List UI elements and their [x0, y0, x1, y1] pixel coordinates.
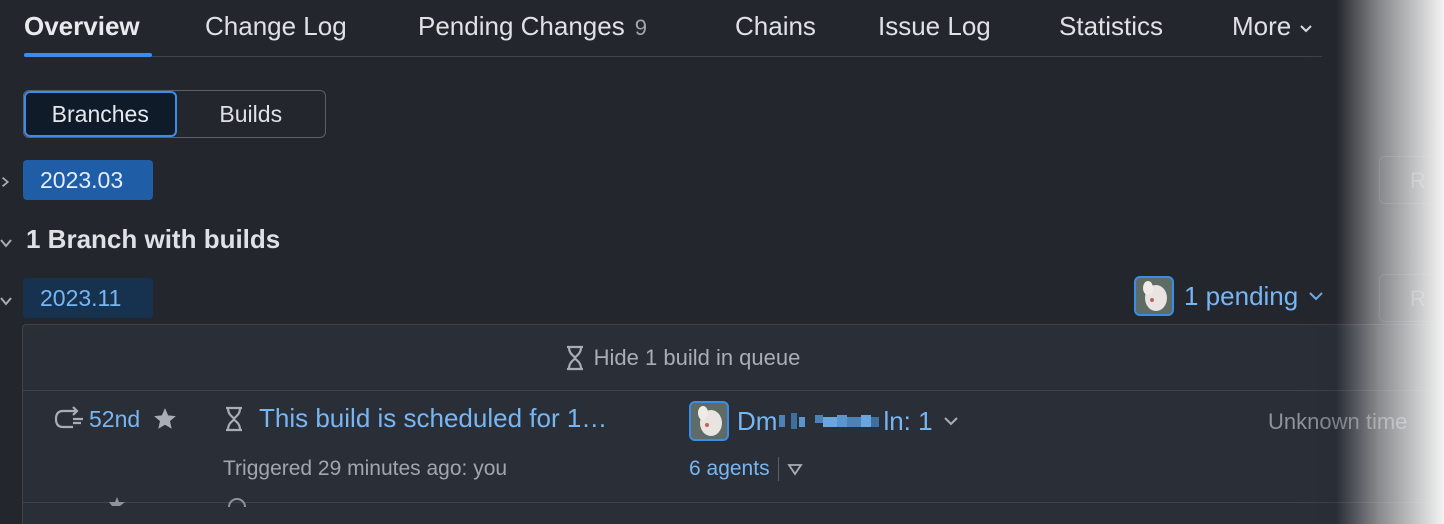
avatar — [1134, 276, 1174, 316]
hide-queue-label: Hide 1 build in queue — [593, 344, 801, 370]
tab-more-label: More — [1232, 11, 1292, 41]
redacted-name-icon — [779, 413, 880, 429]
top-tabs: Overview Change Log Pending Changes 9 Cha… — [24, 0, 1322, 57]
expand-caret-icon[interactable] — [0, 176, 12, 188]
chevron-down-icon — [1309, 292, 1323, 301]
tab-statistics[interactable]: Statistics — [1059, 11, 1163, 42]
build-title-text: This build is scheduled for 1… — [259, 403, 608, 433]
tab-pending-changes[interactable]: Pending Changes 9 — [418, 11, 647, 42]
agent-name-prefix: Dm — [737, 405, 778, 436]
tab-pending-changes-label: Pending Changes — [418, 11, 625, 41]
tab-more[interactable]: More — [1232, 11, 1314, 42]
rerun-icon — [54, 406, 83, 429]
chevron-down-icon — [943, 417, 958, 426]
chevron-down-icon — [1300, 25, 1313, 33]
star-icon[interactable] — [152, 406, 178, 432]
divider — [777, 457, 779, 481]
branch-tag-2023-03[interactable]: 2023.03 — [23, 160, 153, 200]
queued-build-row: 52nd This build is scheduled for 1… Trig… — [23, 391, 1444, 503]
build-title-link[interactable]: This build is scheduled for 1… — [223, 403, 607, 434]
tab-change-log[interactable]: Change Log — [205, 11, 347, 42]
hourglass-icon — [226, 406, 242, 431]
pending-changes-count: 9 — [634, 15, 647, 40]
run-button-2023-03[interactable]: R — [1379, 156, 1444, 204]
pending-count-label: 1 pending — [1184, 280, 1299, 311]
agent-name-suffix: ln: 1 — [883, 405, 933, 436]
agents-count-label: 6 agents — [689, 457, 770, 480]
build-number[interactable]: 52nd — [53, 405, 178, 433]
estimated-time: Unknown time — [1268, 409, 1408, 434]
hide-queue-toggle[interactable]: Hide 1 build in queue — [23, 325, 1444, 391]
run-button-2023-11[interactable]: R — [1379, 274, 1444, 322]
branches-with-builds-heading: 1 Branch with builds — [26, 224, 281, 254]
triggered-info: Triggered 29 minutes ago: you — [223, 457, 508, 480]
tab-chains[interactable]: Chains — [735, 11, 816, 42]
triangle-down-icon[interactable] — [786, 462, 803, 476]
collapse-caret-icon[interactable] — [0, 294, 12, 306]
pending-builds-dropdown[interactable]: 1 pending — [1134, 276, 1324, 316]
view-mode-toggle: Branches Builds — [23, 90, 326, 138]
agent-dropdown[interactable]: Dm ln: 1 — [689, 401, 959, 441]
build-number-label: 52nd — [89, 405, 141, 432]
compatible-agents-link[interactable]: 6 agents — [689, 457, 803, 481]
hourglass-icon — [566, 345, 583, 370]
branch-tag-2023-11[interactable]: 2023.11 — [23, 278, 153, 318]
tab-issue-log[interactable]: Issue Log — [878, 11, 991, 42]
next-build-row — [23, 497, 1444, 524]
tab-overview[interactable]: Overview — [24, 11, 140, 42]
branches-toggle-button[interactable]: Branches — [24, 91, 177, 137]
avatar — [689, 401, 729, 441]
star-icon — [109, 497, 125, 506]
collapse-caret-icon[interactable] — [0, 236, 12, 248]
builds-panel: Hide 1 build in queue 52nd This build is… — [22, 324, 1444, 524]
active-tab-indicator — [24, 53, 152, 57]
status-circle-icon — [228, 498, 246, 508]
builds-toggle-button[interactable]: Builds — [177, 91, 326, 137]
